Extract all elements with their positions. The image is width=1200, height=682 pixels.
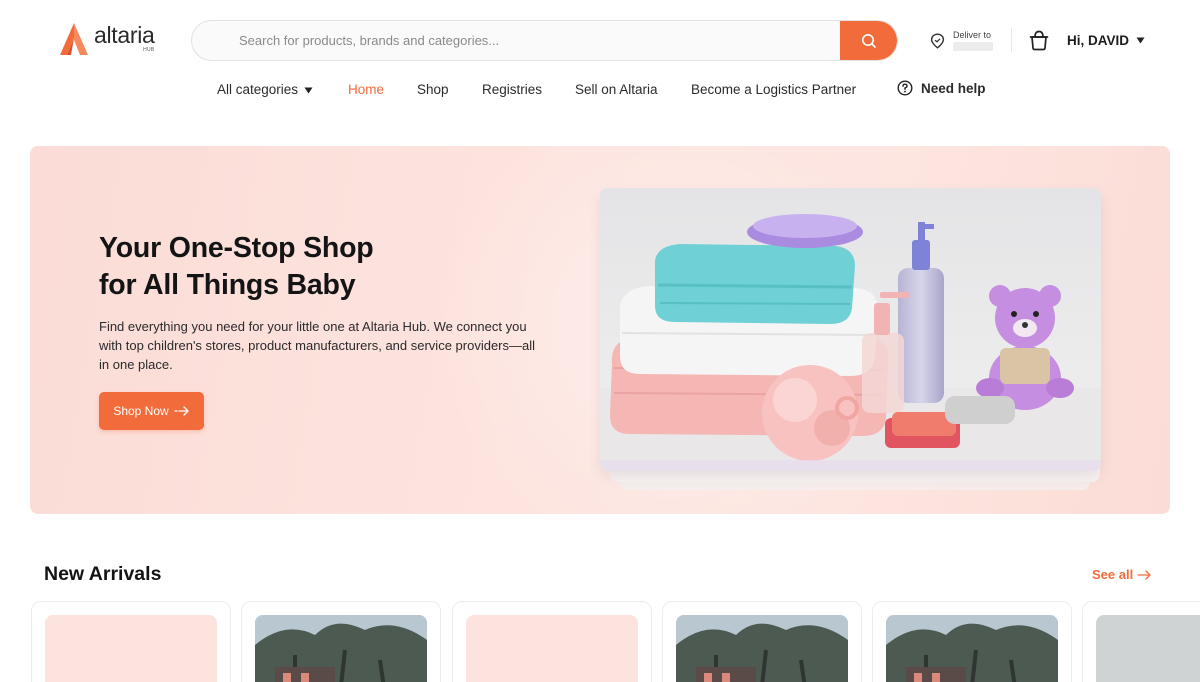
search-button[interactable] bbox=[840, 21, 897, 60]
product-thumbnail bbox=[45, 615, 217, 682]
location-pin-icon bbox=[930, 33, 945, 49]
brand-logo[interactable]: altaria HUB bbox=[58, 22, 155, 58]
product-thumbnail bbox=[886, 615, 1058, 682]
nav-label: All categories bbox=[217, 82, 299, 97]
brand-sub: HUB bbox=[143, 47, 155, 53]
need-help-label: Need help bbox=[921, 80, 986, 96]
help-circle-icon bbox=[897, 80, 913, 96]
user-greeting: Hi, DAVID bbox=[1067, 33, 1130, 48]
deliver-label: Deliver to bbox=[953, 30, 992, 40]
nav-sell-on-altaria[interactable]: Sell on Altaria bbox=[575, 82, 658, 97]
search-icon bbox=[861, 33, 876, 48]
hero-title-line-1: Your One-Stop Shop bbox=[99, 232, 374, 264]
caret-down-icon bbox=[1136, 37, 1145, 44]
main-nav: All categories Home Shop Registries Sell… bbox=[0, 80, 1200, 102]
arrow-right-icon bbox=[1137, 569, 1151, 580]
arrow-right-icon bbox=[174, 406, 189, 416]
nav-home[interactable]: Home bbox=[348, 82, 384, 97]
product-card[interactable] bbox=[1082, 601, 1200, 682]
deliver-to[interactable]: Deliver to bbox=[930, 28, 1000, 54]
hero-description: Find everything you need for your little… bbox=[99, 319, 536, 372]
see-all-label: See all bbox=[1092, 567, 1134, 582]
new-arrivals-title: New Arrivals bbox=[44, 563, 162, 585]
nav-shop[interactable]: Shop bbox=[417, 82, 449, 97]
header-divider bbox=[1011, 28, 1012, 52]
nav-registries[interactable]: Registries bbox=[482, 82, 542, 97]
nav-logistics-partner[interactable]: Become a Logistics Partner bbox=[691, 82, 856, 97]
deliver-address bbox=[953, 42, 993, 51]
shop-now-button[interactable]: Shop Now bbox=[99, 392, 204, 430]
product-card[interactable] bbox=[452, 601, 652, 682]
product-card[interactable] bbox=[31, 601, 231, 682]
product-thumbnail bbox=[1096, 615, 1200, 682]
product-thumbnail bbox=[255, 615, 427, 682]
altaria-a-logo-icon bbox=[60, 23, 88, 55]
hero-image-baby-products bbox=[600, 188, 1101, 471]
see-all-link[interactable]: See all bbox=[1092, 567, 1152, 582]
cart-button[interactable] bbox=[1028, 29, 1050, 56]
search-bar bbox=[191, 20, 898, 61]
hero-title: Your One-Stop Shop for All Things Baby bbox=[99, 230, 374, 304]
shop-now-label: Shop Now bbox=[113, 404, 169, 418]
product-card[interactable] bbox=[662, 601, 862, 682]
search-input[interactable] bbox=[192, 21, 842, 60]
nav-all-categories[interactable]: All categories bbox=[217, 82, 313, 97]
shopping-bag-icon bbox=[1029, 30, 1049, 51]
product-card[interactable] bbox=[872, 601, 1072, 682]
caret-down-icon bbox=[304, 87, 313, 94]
product-thumbnail bbox=[466, 615, 638, 682]
brand-name: altaria bbox=[94, 22, 155, 48]
product-thumbnail bbox=[676, 615, 848, 682]
hero-banner: Your One-Stop Shop for All Things Baby F… bbox=[30, 146, 1170, 514]
hero-title-line-2: for All Things Baby bbox=[99, 269, 356, 301]
need-help-link[interactable]: Need help bbox=[897, 80, 986, 96]
product-card[interactable] bbox=[241, 601, 441, 682]
header: altaria HUB Deliver to Hi, DAVID bbox=[0, 0, 1200, 80]
user-menu[interactable]: Hi, DAVID bbox=[1067, 33, 1145, 48]
